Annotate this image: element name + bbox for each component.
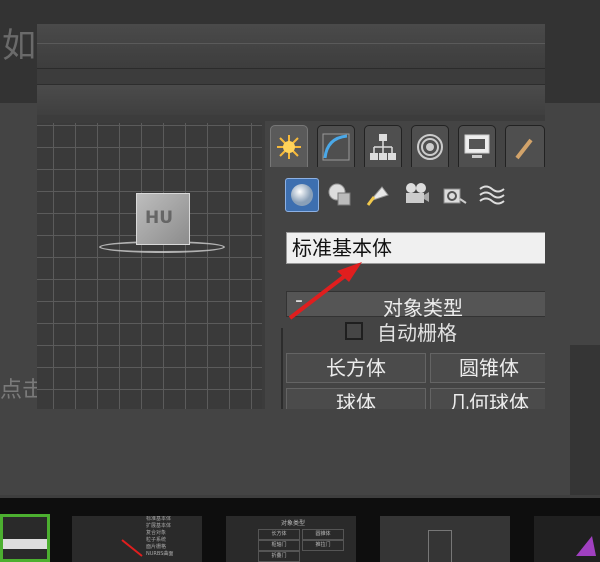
lights-button[interactable] (361, 178, 395, 212)
geometry-button[interactable] (285, 178, 319, 212)
box-button[interactable]: 长方体 (286, 353, 426, 383)
thumbnail-1[interactable] (0, 514, 50, 562)
top-toolbar (37, 24, 545, 69)
thumbnail-1-preview (3, 539, 47, 549)
lights-icon (366, 186, 389, 206)
background-title-text: 如 (2, 26, 38, 66)
cameras-button[interactable] (399, 178, 433, 212)
thumbnail-4[interactable] (380, 516, 510, 562)
thumbnail-3[interactable]: 对象类型 长方体 圆锥体 枢轴门 推拉门 折叠门 (226, 516, 356, 562)
secondary-toolbar (37, 84, 545, 115)
thumbnail-5-arrow (576, 536, 596, 556)
sun-star-icon (277, 134, 301, 159)
viewcube[interactable]: HU (136, 193, 190, 245)
toolbar-divider (37, 43, 545, 44)
shapes-button[interactable] (323, 178, 357, 212)
rollout-left-border (281, 328, 283, 409)
space-warps-icon (479, 185, 505, 205)
object-type-rollout-header[interactable]: - 对象类型 (286, 288, 545, 320)
hammer-icon (515, 138, 533, 159)
hierarchy-icon (370, 133, 396, 160)
auto-grid-label: 自动栅格 (377, 321, 457, 345)
rollout-collapse-icon: - (295, 288, 303, 313)
helpers-button[interactable] (437, 178, 471, 212)
auto-grid-checkbox[interactable] (345, 322, 363, 340)
modify-tab[interactable] (317, 125, 355, 167)
max-screenshot: HU 标准基本体 - 对象类型 自动栅格 长方体 圆锥体 球体 几何球体 (37, 24, 545, 409)
cameras-icon (406, 183, 429, 203)
thumb-3-btn: 圆锥体 (302, 529, 344, 540)
geosphere-button[interactable]: 几何球体 (430, 388, 545, 409)
display-tab[interactable] (458, 125, 496, 167)
thumbnail-4-frame (428, 530, 452, 562)
sphere-button[interactable]: 球体 (286, 388, 426, 409)
geometry-icon (291, 184, 313, 206)
thumbnail-5[interactable] (534, 516, 600, 562)
utilities-tab[interactable] (505, 125, 545, 167)
target-icon (417, 133, 443, 160)
thumb-3-btn: 推拉门 (302, 540, 344, 551)
thumb-3-btn: 枢轴门 (258, 540, 300, 551)
thumbnail-2-arrow (121, 539, 143, 557)
thumbnail-2[interactable]: 标准基本体 扩展基本体 复合对象 粒子系统 面片栅格 NURBS曲面 (72, 516, 202, 562)
viewcube-label: HU (145, 208, 174, 228)
background-right-strip (570, 345, 600, 495)
hierarchy-tab[interactable] (364, 125, 402, 167)
thumb-3-title: 对象类型 (281, 520, 306, 527)
monitor-icon (464, 134, 490, 158)
motion-tab[interactable] (411, 125, 449, 167)
object-category-dropdown[interactable]: 标准基本体 (286, 232, 545, 264)
perspective-viewport[interactable]: HU (37, 123, 262, 409)
thumb-3-btn: 长方体 (258, 529, 300, 540)
command-panel: 标准基本体 - 对象类型 自动栅格 长方体 圆锥体 球体 几何球体 (265, 121, 545, 409)
space-warps-button[interactable] (475, 178, 509, 212)
thumbnail-strip: 标准基本体 扩展基本体 复合对象 粒子系统 面片栅格 NURBS曲面 对象类型 … (0, 498, 600, 562)
helpers-icon (443, 188, 467, 204)
cone-button[interactable]: 圆锥体 (430, 353, 545, 383)
thumb-3-btn: 折叠门 (258, 551, 300, 562)
shapes-icon (328, 183, 351, 206)
create-tab[interactable] (270, 125, 308, 167)
curve-icon (322, 133, 350, 160)
